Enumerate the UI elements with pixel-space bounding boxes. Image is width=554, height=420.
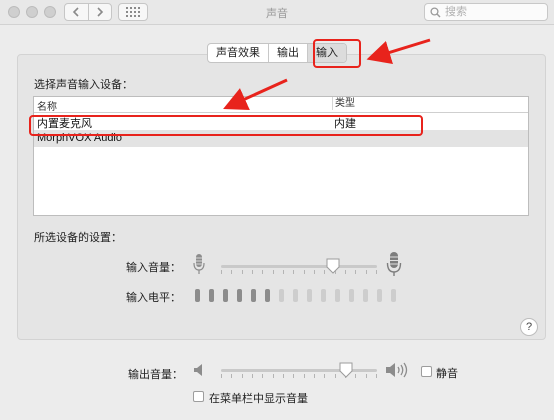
annotation-arrow	[366, 38, 431, 64]
annotation-arrows	[223, 38, 431, 110]
annotation-arrow	[223, 78, 288, 110]
